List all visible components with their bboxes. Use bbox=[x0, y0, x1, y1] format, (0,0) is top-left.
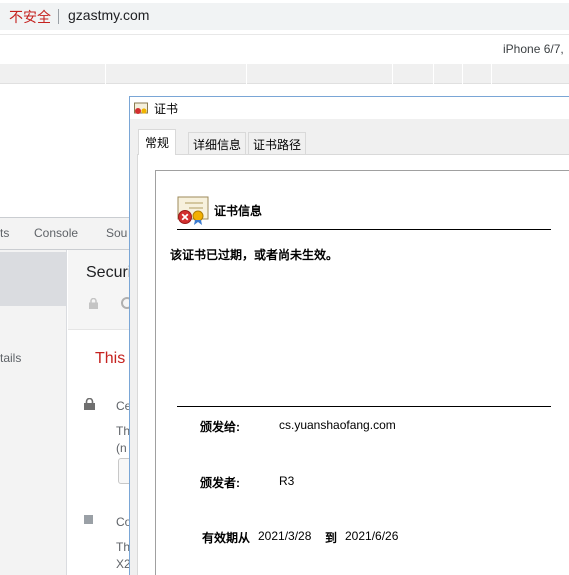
dialog-title: 证书 bbox=[154, 102, 179, 116]
certificate-icon bbox=[134, 102, 148, 114]
sidebar-item-details[interactable]: tails bbox=[0, 351, 21, 365]
ruler-divider bbox=[433, 64, 434, 84]
ruler-divider bbox=[462, 64, 463, 84]
certificate-info-title: 证书信息 bbox=[214, 204, 263, 218]
certificate-error-icon bbox=[177, 196, 209, 225]
valid-to-label: 到 bbox=[325, 531, 338, 545]
divider bbox=[177, 406, 551, 407]
sidebar-selected-item[interactable] bbox=[0, 252, 67, 306]
dialog-titlebar[interactable] bbox=[130, 97, 569, 119]
valid-to-value: 2021/6/26 bbox=[345, 529, 399, 543]
valid-from-value: 2021/3/28 bbox=[258, 529, 312, 543]
valid-from-label: 有效期从 bbox=[202, 531, 251, 545]
tab-details[interactable]: 详细信息 bbox=[188, 132, 247, 154]
devtools-tab-elements[interactable]: ts bbox=[0, 226, 9, 240]
issued-to-value: cs.yuanshaofang.com bbox=[279, 418, 396, 432]
certificate-status-text: 该证书已过期，或者尚未生效。 bbox=[170, 248, 339, 262]
security-heading: Securi bbox=[86, 264, 132, 281]
devtools-tab-console[interactable]: Console bbox=[34, 226, 78, 240]
connection-square-icon bbox=[84, 515, 93, 524]
media-query-ruler bbox=[0, 64, 569, 84]
certificate-row-text: (n bbox=[116, 441, 127, 455]
ruler-divider bbox=[105, 64, 106, 84]
ruler-divider bbox=[491, 64, 492, 84]
issued-by-label: 颁发者: bbox=[200, 476, 240, 490]
tab-general[interactable]: 常规 bbox=[138, 129, 177, 155]
address-separator bbox=[58, 9, 59, 24]
url-text[interactable]: gzastmy.com bbox=[68, 7, 149, 23]
lock-icon bbox=[89, 298, 98, 309]
issued-to-label: 颁发给: bbox=[200, 420, 240, 434]
issued-by-value: R3 bbox=[279, 474, 295, 488]
divider bbox=[177, 229, 551, 230]
tab-certification-path[interactable]: 证书路径 bbox=[248, 132, 307, 154]
not-secure-label[interactable]: 不安全 bbox=[9, 7, 51, 27]
device-selector[interactable]: iPhone 6/7, bbox=[503, 42, 564, 56]
device-toolbar bbox=[0, 34, 569, 64]
security-warning-heading: This bbox=[95, 350, 126, 367]
certificate-info-box bbox=[155, 170, 569, 575]
ruler-divider bbox=[392, 64, 393, 84]
certificate-row-text: Th bbox=[116, 424, 131, 438]
lock-icon bbox=[84, 398, 95, 410]
ruler-divider bbox=[246, 64, 247, 84]
devtools-tab-sources[interactable]: Sou bbox=[106, 226, 127, 240]
connection-row-text: Th bbox=[116, 540, 131, 554]
